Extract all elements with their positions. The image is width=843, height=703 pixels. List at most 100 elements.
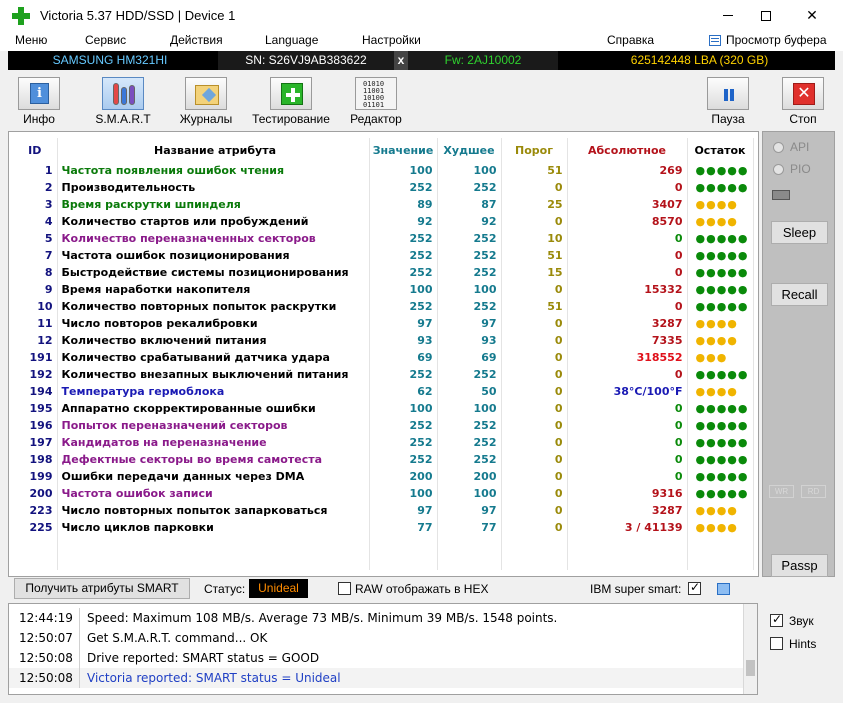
table-row[interactable]: 3 Время раскрутки шпинделя 89 87 25 3407 ●●●● — [13, 196, 754, 213]
cell-threshold: 0 — [501, 213, 568, 230]
editor-label: Редактор — [350, 112, 402, 126]
cell-raw: 0 — [567, 230, 688, 247]
table-row[interactable]: 10 Количество повторных попыток раскрутки… — [13, 298, 754, 315]
rd-indicator: RD — [801, 485, 826, 498]
table-row[interactable]: 199 Ошибки передачи данных через DMA 200 20… — [13, 468, 754, 485]
table-row[interactable]: 11 Число повторов рекалибровки 97 97 0 3287 ●●… — [13, 315, 754, 332]
maximize-icon — [761, 10, 771, 21]
cell-threshold: 51 — [501, 162, 568, 179]
stop-label: Стоп — [789, 112, 817, 126]
pause-label: Пауза — [711, 112, 745, 126]
menu-main[interactable]: Меню — [15, 33, 47, 47]
raw-hex-checkbox[interactable] — [338, 582, 351, 595]
smart-table-panel: ID Название атрибута Значение Худшее Пор… — [8, 131, 759, 577]
sleep-button[interactable]: Sleep — [771, 221, 828, 244]
hints-checkbox[interactable] — [770, 637, 783, 650]
cell-value: 200 — [369, 468, 438, 485]
cell-worst: 252 — [437, 417, 502, 434]
testing-button[interactable]: Тестирование — [248, 72, 334, 128]
cell-value: 92 — [369, 213, 438, 230]
header-name[interactable]: Название атрибута — [57, 138, 370, 162]
cell-value: 97 — [369, 315, 438, 332]
table-row[interactable]: 7 Частота ошибок позиционирования 252 252 51… — [13, 247, 754, 264]
stop-button[interactable]: ✕ Стоп — [760, 72, 843, 128]
maximize-button[interactable] — [743, 0, 789, 31]
log-panel: 12:44:19 Speed: Maximum 108 MB/s. Averag… — [8, 603, 758, 695]
table-row[interactable]: 9 Время наработки накопителя 100 100 0 15332 ●… — [13, 281, 754, 298]
passp-button[interactable]: Passp — [771, 554, 828, 577]
cell-worst: 100 — [437, 485, 502, 502]
device-model[interactable]: SAMSUNG HM321HI — [8, 51, 212, 70]
table-row[interactable]: 200 Частота ошибок записи 100 100 0 9316 ●●●●● — [13, 485, 754, 502]
smart-button[interactable]: S.M.A.R.T — [80, 72, 166, 128]
cell-remaining: ●●●●● — [687, 451, 754, 468]
menu-language[interactable]: Language — [265, 33, 318, 47]
header-value[interactable]: Значение — [369, 138, 438, 162]
sound-checkbox[interactable] — [770, 612, 783, 627]
table-row[interactable]: 197 Кандидатов на переназначение 252 252 0 0 ●… — [13, 434, 754, 451]
color-indicator[interactable] — [717, 583, 730, 595]
header-threshold[interactable]: Порог — [501, 138, 568, 162]
options-panel: Звук Hints — [762, 603, 835, 695]
cell-name: Частота ошибок позиционирования — [57, 247, 370, 264]
pause-button[interactable]: Пауза — [685, 72, 771, 128]
table-row[interactable]: 198 Дефектные секторы во время самотеста 2… — [13, 451, 754, 468]
empty-row — [13, 536, 754, 553]
cell-worst: 252 — [437, 366, 502, 383]
cell-worst: 97 — [437, 315, 502, 332]
get-smart-button[interactable]: Получить атрибуты SMART — [14, 578, 190, 599]
cell-threshold: 10 — [501, 230, 568, 247]
cell-threshold: 0 — [501, 519, 568, 536]
table-row[interactable]: 2 Производительность 252 252 0 0 ●●●●● — [13, 179, 754, 196]
ibm-super-smart-checkbox[interactable] — [688, 580, 701, 595]
cell-id: 12 — [13, 332, 58, 349]
menu-settings[interactable]: Настройки — [362, 33, 421, 47]
menu-service[interactable]: Сервис — [85, 33, 126, 47]
cell-name: Производительность — [57, 179, 370, 196]
editor-button[interactable]: 01010 11001 10100 01101 Редактор — [333, 72, 419, 128]
recall-button[interactable]: Recall — [771, 283, 828, 306]
cell-name: Число повторных попыток запарковаться — [57, 502, 370, 519]
cell-raw: 8570 — [567, 213, 688, 230]
table-row[interactable]: 196 Попыток переназначений секторов 252 252… — [13, 417, 754, 434]
close-window-button[interactable]: ✕ — [789, 0, 835, 31]
header-worst[interactable]: Худшее — [437, 138, 502, 162]
cell-name: Аппаратно скорректированные ошибки — [57, 400, 370, 417]
cell-value: 252 — [369, 451, 438, 468]
journals-button[interactable]: Журналы — [163, 72, 249, 128]
table-row[interactable]: 12 Количество включений питания 93 93 0 7335 ●… — [13, 332, 754, 349]
table-row[interactable]: 8 Быстродействие системы позиционирования… — [13, 264, 754, 281]
empty-cell — [369, 553, 438, 570]
empty-cell — [437, 536, 502, 553]
table-row[interactable]: 195 Аппаратно скорректированные ошибки 100… — [13, 400, 754, 417]
table-row[interactable]: 192 Количество внезапных выключений питан… — [13, 366, 754, 383]
scrollbar-thumb[interactable] — [746, 660, 755, 676]
cell-remaining: ●●●●● — [687, 162, 754, 179]
cell-threshold: 0 — [501, 315, 568, 332]
pio-radio[interactable] — [773, 164, 784, 175]
menu-buffer-view[interactable]: Просмотр буфера — [726, 33, 827, 47]
table-row[interactable]: 223 Число повторных попыток запарковаться… — [13, 502, 754, 519]
cell-raw: 0 — [567, 179, 688, 196]
table-row[interactable]: 194 Температура гермоблока 62 50 0 38°C/100°F… — [13, 383, 754, 400]
menu-help[interactable]: Справка — [607, 33, 654, 47]
header-raw[interactable]: Абсолютное — [567, 138, 688, 162]
cell-raw: 0 — [567, 298, 688, 315]
header-id[interactable]: ID — [13, 138, 58, 162]
menu-actions[interactable]: Действия — [170, 33, 223, 47]
cell-raw: 3287 — [567, 502, 688, 519]
cell-remaining: ●●●●● — [687, 400, 754, 417]
cell-name: Частота ошибок записи — [57, 485, 370, 502]
cell-remaining: ●●●●● — [687, 417, 754, 434]
table-row[interactable]: 1 Частота появления ошибок чтения 100 100 51… — [13, 162, 754, 179]
header-remaining[interactable]: Остаток — [687, 138, 754, 162]
table-row[interactable]: 4 Количество стартов или пробуждений 92 92 0… — [13, 213, 754, 230]
table-row[interactable]: 225 Число циклов парковки 77 77 0 3 / 41139 ●●… — [13, 519, 754, 536]
cell-worst: 252 — [437, 298, 502, 315]
api-radio[interactable] — [773, 142, 784, 153]
table-row[interactable]: 5 Количество переназначенных секторов 252 2… — [13, 230, 754, 247]
close-device-button[interactable]: x — [394, 51, 408, 70]
table-row[interactable]: 191 Количество срабатываний датчика удара… — [13, 349, 754, 366]
info-button[interactable]: i Инфо — [0, 72, 82, 128]
log-scrollbar[interactable] — [743, 604, 757, 694]
